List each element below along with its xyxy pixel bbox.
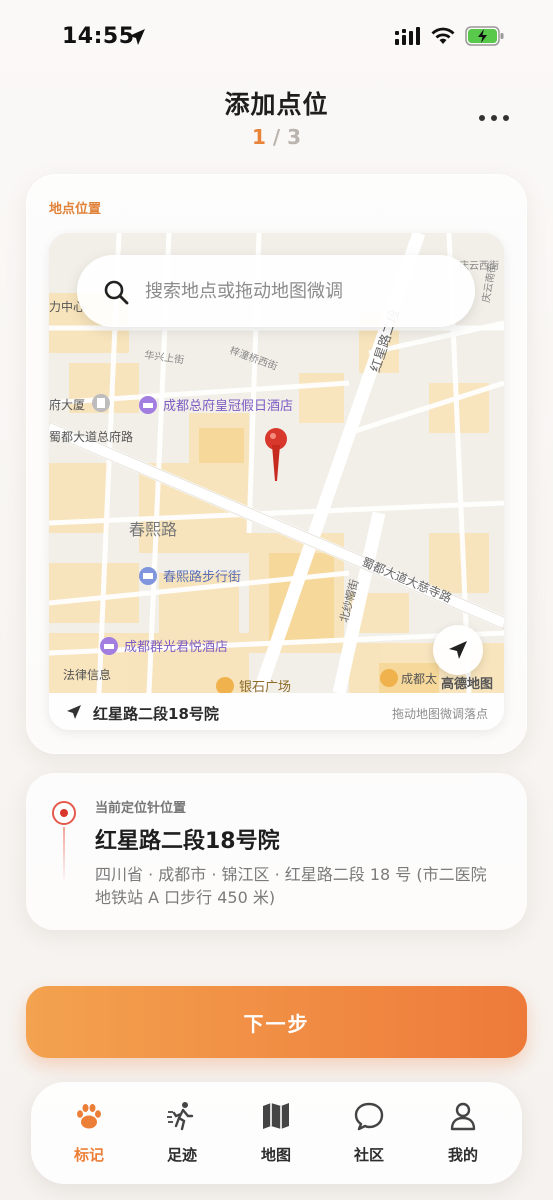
step-indicator: 1 / 3 bbox=[0, 125, 553, 149]
tab-footprint[interactable]: 足迹 bbox=[142, 1100, 222, 1176]
user-icon bbox=[450, 1102, 476, 1131]
more-dot-icon bbox=[479, 115, 485, 121]
tab-label: 地图 bbox=[260, 1146, 291, 1164]
tab-community[interactable]: 社区 bbox=[329, 1100, 409, 1176]
location-card: 地点位置 力中心 府大厦 蜀都大道总府路 春熙路 法律信息 华兴上街 梓潼桥西街… bbox=[26, 174, 527, 754]
search-icon bbox=[104, 280, 129, 305]
poi-building bbox=[92, 394, 110, 412]
tab-label: 标记 bbox=[73, 1146, 104, 1164]
map-label: 蜀都大道总府路 bbox=[49, 429, 133, 444]
page-title: 添加点位 bbox=[224, 90, 329, 119]
poi-label: 银石广场 bbox=[239, 680, 291, 693]
poi-chunxi-walk[interactable]: 春熙路步行街 bbox=[139, 567, 241, 585]
signal-icon bbox=[395, 27, 420, 45]
map-label: 成都太 bbox=[401, 671, 437, 686]
paw-icon bbox=[77, 1104, 101, 1129]
poi-label: 春熙路步行街 bbox=[163, 569, 241, 585]
location-card-label: 地点位置 bbox=[49, 202, 102, 217]
poi-label: 成都群光君悦酒店 bbox=[124, 640, 228, 655]
tab-mark[interactable]: 标记 bbox=[49, 1100, 129, 1176]
map-footer-address: 红星路二段18号院 bbox=[93, 705, 219, 723]
navigation-arrow-icon bbox=[67, 705, 81, 719]
step-separator: / bbox=[265, 125, 288, 149]
poi-chengdu-tai[interactable] bbox=[380, 669, 398, 687]
poi-label: 成都总府皇冠假日酒店 bbox=[163, 399, 293, 414]
wifi-icon bbox=[431, 27, 455, 44]
pin-card-detail: 四川省 · 成都市 · 锦江区 · 红星路二段 18 号 (市二医院地铁站 A … bbox=[95, 865, 487, 907]
step-current: 1 bbox=[251, 125, 266, 149]
status-bar: 14:55 bbox=[0, 0, 553, 76]
map-label: 春熙路 bbox=[129, 520, 177, 539]
current-pin-card: 当前定位针位置 红星路二段18号院 四川省 · 成都市 · 锦江区 · 红星路二… bbox=[26, 773, 527, 930]
more-button[interactable] bbox=[479, 108, 509, 128]
search-bar[interactable] bbox=[77, 255, 475, 327]
tab-map[interactable]: 地图 bbox=[236, 1100, 316, 1176]
chat-icon bbox=[354, 1102, 384, 1131]
map-label: 府大厦 bbox=[49, 397, 85, 412]
next-button[interactable]: 下一步 bbox=[26, 986, 527, 1058]
pin-card-label: 当前定位针位置 bbox=[95, 801, 187, 816]
pin-card-title: 红星路二段18号院 bbox=[95, 829, 280, 854]
map-footer: 红星路二段18号院 拖动地图微调落点 bbox=[49, 693, 504, 730]
status-time: 14:55 bbox=[62, 24, 135, 49]
map-icon bbox=[263, 1103, 289, 1129]
map-brand-label: 高德地图 bbox=[441, 677, 494, 692]
map-footer-hint: 拖动地图微调落点 bbox=[391, 707, 488, 721]
tab-bar: 标记 足迹 地图 社区 我的 bbox=[31, 1082, 522, 1184]
more-dot-icon bbox=[503, 115, 509, 121]
pin-connector bbox=[63, 827, 65, 883]
tab-profile[interactable]: 我的 bbox=[423, 1100, 503, 1176]
tab-label: 我的 bbox=[447, 1146, 478, 1164]
battery-icon bbox=[465, 26, 504, 46]
map-label: 法律信息 bbox=[63, 667, 111, 682]
more-dot-icon bbox=[491, 115, 497, 121]
map-view[interactable]: 力中心 府大厦 蜀都大道总府路 春熙路 法律信息 华兴上街 梓潼桥西街 庆云西街… bbox=[49, 233, 504, 730]
pin-location-icon bbox=[52, 801, 76, 825]
location-arrow-icon bbox=[129, 29, 145, 45]
poi-hotel-1[interactable]: 成都总府皇冠假日酒店 bbox=[139, 396, 293, 414]
poi-yinshi[interactable]: 银石广场 bbox=[216, 677, 291, 693]
search-input[interactable] bbox=[145, 273, 455, 309]
locate-me-button[interactable] bbox=[433, 625, 483, 675]
status-icons bbox=[395, 26, 505, 46]
walk-icon bbox=[167, 1102, 194, 1131]
tab-label: 足迹 bbox=[166, 1146, 197, 1164]
navigation-arrow-icon bbox=[449, 641, 467, 659]
step-total: 3 bbox=[287, 125, 302, 149]
tab-label: 社区 bbox=[353, 1146, 384, 1164]
